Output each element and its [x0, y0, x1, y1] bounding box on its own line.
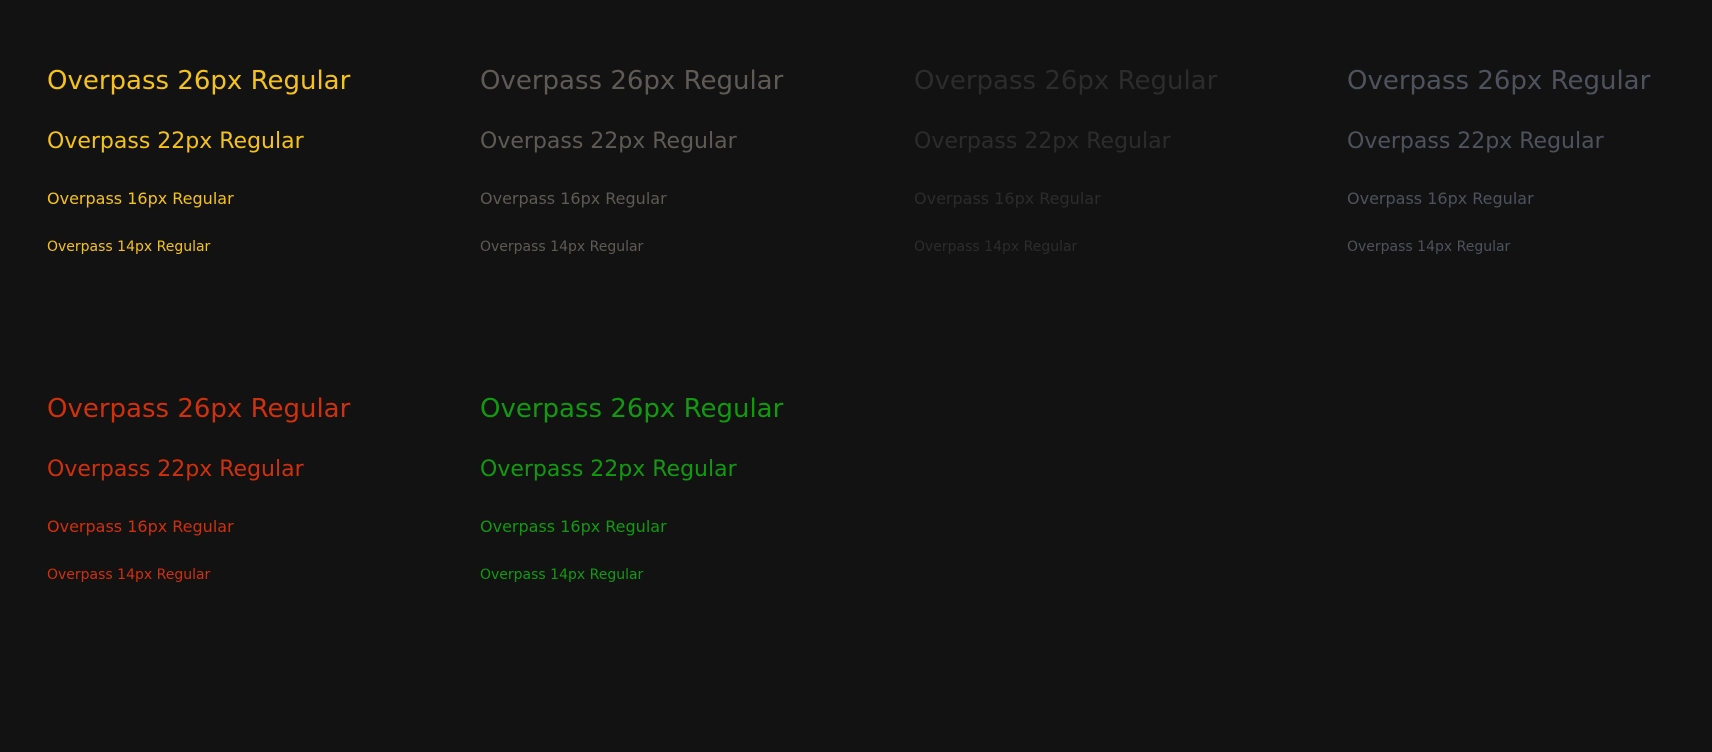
sample-22px: Overpass 22px Regular: [1347, 129, 1604, 154]
sample-22px: Overpass 22px Regular: [480, 457, 737, 482]
sample-14px: Overpass 14px Regular: [47, 239, 211, 255]
sample-14px: Overpass 14px Regular: [47, 567, 211, 583]
sample-16px: Overpass 16px Regular: [480, 189, 667, 208]
sample-16px: Overpass 16px Regular: [480, 517, 667, 536]
sample-14px: Overpass 14px Regular: [1347, 239, 1511, 255]
sample-26px: Overpass 26px Regular: [914, 66, 1218, 96]
sample-22px: Overpass 22px Regular: [480, 129, 737, 154]
sample-16px: Overpass 16px Regular: [47, 517, 234, 536]
sample-14px: Overpass 14px Regular: [914, 239, 1078, 255]
sample-26px: Overpass 26px Regular: [480, 394, 784, 424]
sample-16px: Overpass 16px Regular: [47, 189, 234, 208]
sample-26px: Overpass 26px Regular: [1347, 66, 1651, 96]
sample-22px: Overpass 22px Regular: [47, 129, 304, 154]
sample-26px: Overpass 26px Regular: [47, 66, 351, 96]
sample-16px: Overpass 16px Regular: [1347, 189, 1534, 208]
sample-14px: Overpass 14px Regular: [480, 239, 644, 255]
sample-14px: Overpass 14px Regular: [480, 567, 644, 583]
sample-16px: Overpass 16px Regular: [914, 189, 1101, 208]
sample-26px: Overpass 26px Regular: [47, 394, 351, 424]
sample-22px: Overpass 22px Regular: [47, 457, 304, 482]
sample-22px: Overpass 22px Regular: [914, 129, 1171, 154]
sample-26px: Overpass 26px Regular: [480, 66, 784, 96]
